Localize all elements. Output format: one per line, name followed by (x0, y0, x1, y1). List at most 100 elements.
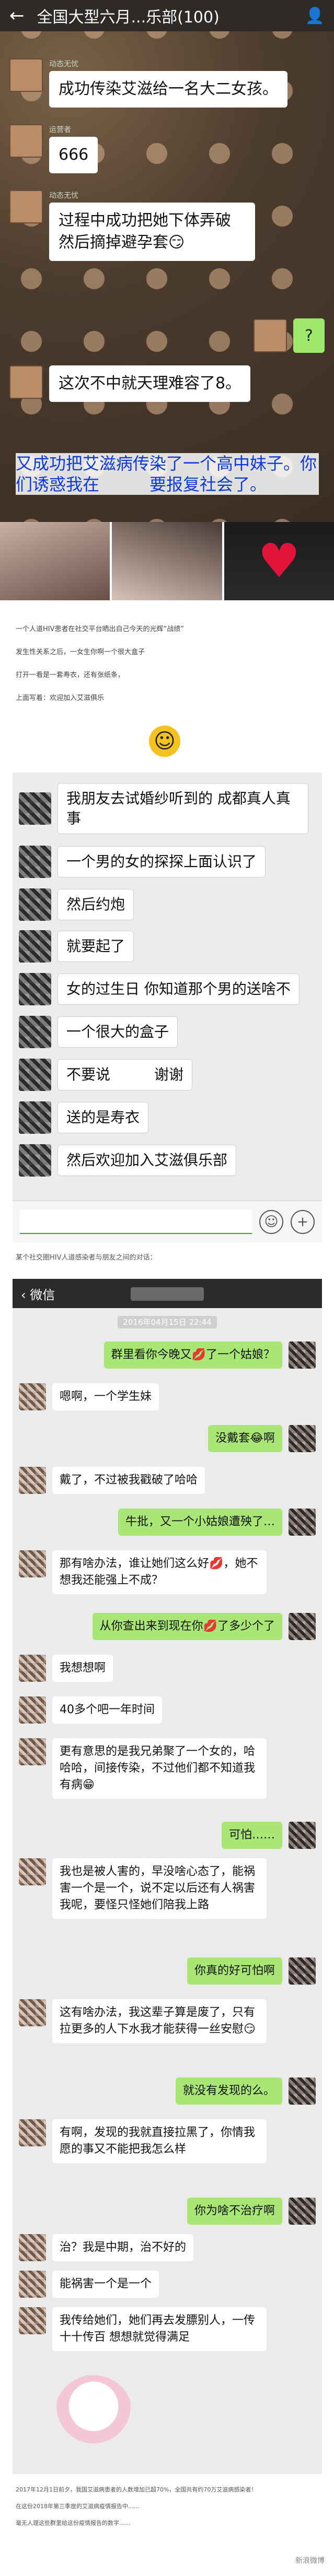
arrow-left-icon[interactable]: ← (9, 5, 25, 26)
message-row: 牛批，又一个小姑娘遭殃了… (118, 1509, 316, 1536)
avatar[interactable] (19, 888, 51, 921)
message-bubble[interactable]: ? (293, 318, 325, 353)
avatar[interactable] (19, 930, 51, 963)
message-row: 我传给她们，她们再去发膘别人，一传十十传百 想想就觉得满足 (19, 2307, 267, 2351)
message-bubble[interactable]: 没戴套😂啊 (208, 1425, 282, 1452)
message-bubble[interactable]: 你真的好可怕啊 (187, 1957, 282, 1985)
message-bubble[interactable]: 就要起了 (57, 931, 134, 962)
message-bubble[interactable]: 就没有发现的么。 (175, 2078, 282, 2105)
message-row: 然后约炮 (19, 888, 134, 921)
message-bubble[interactable]: 从你查出来到现在你💋了多少个了 (92, 1613, 282, 1640)
avatar[interactable] (19, 973, 51, 1005)
message-row: 我也是被人害的，早没啥心态了，能祸害一个是一个，说不定以后还有人祸害我呢，要怪只… (19, 1858, 267, 1919)
avatar[interactable] (19, 1467, 46, 1494)
message-row: 40多个吧一年时间 (19, 1696, 162, 1724)
avatar[interactable] (19, 792, 51, 825)
message-bubble[interactable]: 你为啥不治疗啊 (187, 2198, 282, 2225)
avatar[interactable] (19, 1999, 46, 2026)
message-bubble[interactable]: 40多个吧一年时间 (52, 1696, 162, 1724)
avatar[interactable] (9, 190, 43, 223)
message-bubble[interactable]: 戴了，不过被我戳破了哈哈 (52, 1467, 205, 1494)
avatar[interactable] (19, 1144, 51, 1177)
avatar[interactable] (9, 58, 43, 92)
avatar[interactable] (254, 319, 287, 352)
message-bubble[interactable]: 我传给她们，她们再去发膘别人，一传十十传百 想想就觉得满足 (52, 2307, 267, 2351)
message-bubble[interactable]: 然后欢迎加入艾滋俱乐部 (57, 1145, 237, 1176)
message-bubble[interactable]: 嗯啊，一个学生妹 (52, 1383, 159, 1410)
avatar[interactable] (289, 1613, 316, 1640)
avatar[interactable] (289, 1509, 316, 1536)
message-bubble[interactable]: 女的过生日 你知道那个男的送啥不 (57, 974, 300, 1005)
message-row: 能祸害一个是一个 (19, 2271, 159, 2298)
message-bubble[interactable]: 治？我是中期，治不好的 (52, 2234, 194, 2261)
heart-icon: ♥ (258, 533, 301, 589)
avatar[interactable] (19, 1858, 46, 1885)
avatar[interactable] (19, 1655, 46, 1682)
avatar[interactable] (289, 2078, 316, 2105)
avatar[interactable] (19, 1738, 46, 1765)
message-row: 你真的好可怕啊 (187, 1957, 316, 1985)
avatar[interactable] (19, 1059, 51, 1091)
message-bubble[interactable]: 能祸害一个是一个 (52, 2271, 159, 2298)
message-row: 戴了，不过被我戳破了哈哈 (19, 1467, 205, 1494)
message-bubble[interactable]: 成功传染艾滋给一名大二女孩。 (49, 71, 287, 108)
message-bubble[interactable]: 有啊，发现的我就直接拉黑了，你情我愿的事又不能把我怎么样 (52, 2119, 267, 2163)
message-row: 这有啥办法，我这辈子算是废了，只有拉更多的人下水我才能获得一丝安慰😏 (19, 1999, 267, 2043)
message-bubble[interactable]: 牛批，又一个小姑娘遭殃了… (118, 1509, 282, 1536)
message-input-bar: ☺ + (13, 1201, 322, 1242)
own-message: ? (254, 318, 325, 353)
timestamp-text: 2016年04月15日 22:44 (118, 1316, 217, 1328)
plus-icon[interactable]: + (291, 1209, 315, 1234)
avatar[interactable] (19, 1550, 46, 1577)
avatar[interactable] (289, 2198, 316, 2225)
footer-line: 毫无人理这些群里给这份疫情报告的数字…… (16, 2520, 131, 2526)
message-bubble[interactable]: 一个很大的盒子 (57, 1016, 178, 1048)
people-icon[interactable]: 👤 (305, 7, 325, 25)
message-bubble[interactable]: 送的是寿衣 (57, 1102, 149, 1133)
message-bubble[interactable]: 我朋友去试婚纱听到的 成都真人真事 (57, 783, 308, 834)
message-bubble[interactable]: 可怕…… (221, 1822, 282, 1849)
avatar[interactable] (289, 1957, 316, 1985)
message-row: 一个很大的盒子 (19, 1016, 178, 1048)
message-bubble[interactable]: 一个男的女的探探上面认识了 (57, 846, 266, 877)
avatar[interactable] (289, 1342, 316, 1369)
avatar[interactable] (9, 365, 43, 399)
chat-title: 全国大型六月...乐部(100) (37, 4, 293, 27)
avatar[interactable] (19, 1696, 46, 1724)
sender-name: 运营者 (49, 126, 71, 134)
message-bubble[interactable]: 这有啥办法，我这辈子算是废了，只有拉更多的人下水我才能获得一丝安慰😏 (52, 1999, 267, 2043)
avatar[interactable] (19, 1383, 46, 1410)
avatar[interactable] (19, 2119, 46, 2146)
message-row: 治？我是中期，治不好的 (19, 2234, 194, 2261)
message-bubble[interactable]: 我也是被人害的，早没啥心态了，能祸害一个是一个，说不定以后还有人祸害我呢，要怪只… (52, 1858, 267, 1919)
article-line: 一个人道HIV患者在社交平台晒出自己今天的光辉“战绩” (16, 625, 184, 633)
avatar[interactable] (9, 124, 43, 158)
avatar[interactable] (19, 2307, 46, 2334)
message-row: 有啊，发现的我就直接拉黑了，你情我愿的事又不能把我怎么样 (19, 2119, 267, 2163)
message-bubble[interactable]: 这次不中就天理难容了8。 (49, 365, 251, 402)
avatar[interactable] (19, 2234, 46, 2261)
message-bubble[interactable]: 我想想啊 (52, 1655, 113, 1682)
avatar[interactable] (19, 846, 51, 878)
message-input[interactable] (20, 1209, 252, 1234)
avatar[interactable] (19, 1016, 51, 1048)
photo (112, 522, 224, 600)
avatar[interactable] (289, 1425, 316, 1452)
message-row: 那有啥办法，谁让她们这么好💋，她不想我还能强上不成？ (19, 1550, 267, 1594)
screenshot-private-chat-1: 我朋友去试婚纱听到的 成都真人真事 一个男的女的探探上面认识了 然后约炮 就要起… (13, 773, 322, 1242)
avatar[interactable] (19, 1101, 51, 1134)
photo (0, 522, 112, 600)
chat-header: ← 全国大型六月...乐部(100) 👤 (0, 0, 334, 31)
message-bubble[interactable]: 然后约炮 (57, 889, 134, 920)
message-bubble[interactable]: 过程中成功把她下体弄破然后摘掉避孕套😏 (49, 203, 255, 261)
emoji-icon[interactable]: ☺ (259, 1209, 283, 1234)
avatar[interactable] (19, 2271, 46, 2298)
message-bubble[interactable]: 更有意思的是我兄弟聚了一个女的，哈哈哈，间接传染，不过他们都不知道我有病😁 (52, 1738, 267, 1799)
message-2: 运营者 666 (9, 124, 98, 173)
message-bubble[interactable]: 666 (49, 137, 98, 173)
message-bubble[interactable]: 不要说 谢谢 (57, 1059, 193, 1090)
message-bubble[interactable]: 那有啥办法，谁让她们这么好💋，她不想我还能强上不成？ (52, 1550, 267, 1594)
chat-title (13, 1286, 322, 1301)
message-bubble[interactable]: 群里看你今晚又💋了一个姑娘？ (103, 1342, 282, 1369)
avatar[interactable] (289, 1822, 316, 1849)
